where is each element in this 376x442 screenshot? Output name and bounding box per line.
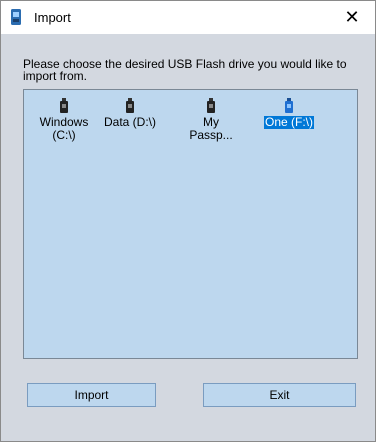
- usb-drive-icon: [285, 98, 293, 113]
- drive-item-data[interactable]: Data (D:\): [98, 98, 162, 129]
- import-dialog: Import ✕ Please choose the desired USB F…: [0, 0, 376, 442]
- drive-label: Windows (C:\): [39, 115, 89, 142]
- title-bar: Import ✕: [1, 1, 375, 34]
- exit-button[interactable]: Exit: [203, 383, 356, 407]
- drive-item-my-passport[interactable]: My Passp...: [179, 98, 243, 142]
- drive-label: Data (D:\): [103, 115, 156, 129]
- instruction-text: Please choose the desired USB Flash driv…: [23, 57, 347, 83]
- import-button[interactable]: Import: [27, 383, 156, 407]
- drive-item-windows[interactable]: Windows (C:\): [32, 98, 96, 142]
- usb-drive-icon: [207, 98, 215, 113]
- window-title: Import: [34, 10, 71, 25]
- drive-list[interactable]: Windows (C:\) Data (D:\) My Passp... One…: [23, 89, 358, 359]
- close-icon: ✕: [344, 7, 360, 27]
- usb-drive-icon: [60, 98, 68, 113]
- close-button[interactable]: ✕: [329, 1, 375, 34]
- drive-label: One (F:\): [263, 115, 314, 129]
- drive-item-one[interactable]: One (F:\): [257, 98, 321, 129]
- usb-drive-icon: [11, 9, 21, 25]
- usb-drive-icon: [126, 98, 134, 113]
- drive-label: My Passp...: [189, 115, 233, 142]
